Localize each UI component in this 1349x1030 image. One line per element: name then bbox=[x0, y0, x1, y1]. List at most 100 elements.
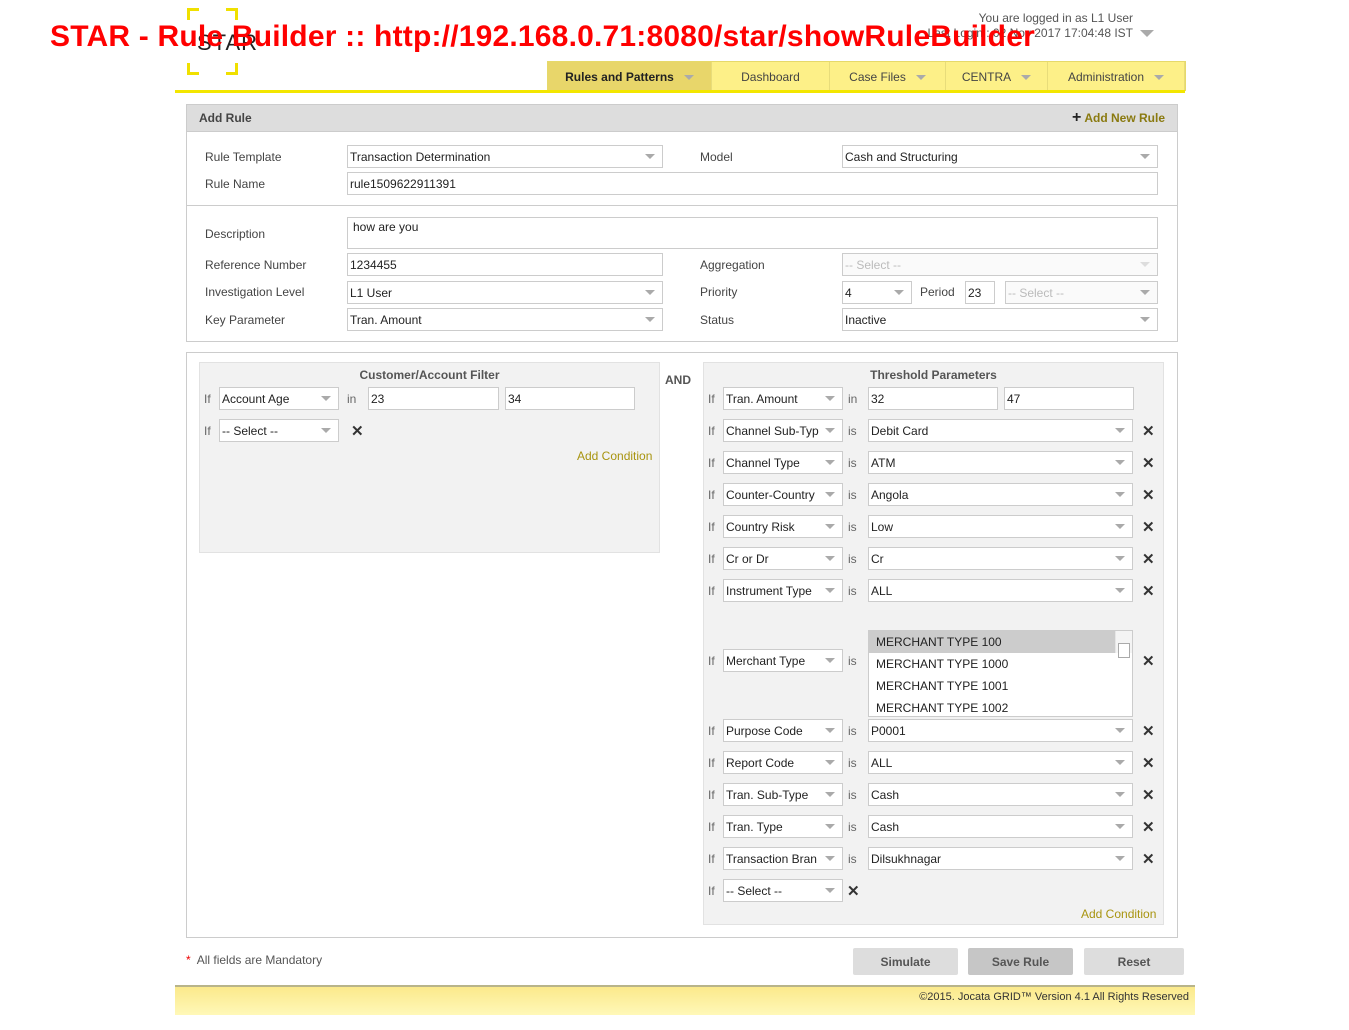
operator-label: is bbox=[848, 520, 857, 534]
remove-condition-icon[interactable]: ✕ bbox=[1142, 582, 1155, 600]
model-label: Model bbox=[700, 150, 733, 164]
chevron-down-icon bbox=[915, 74, 926, 80]
threshold-value-select[interactable]: ALL bbox=[868, 751, 1133, 774]
rule-name-input[interactable]: rule1509622911391 bbox=[347, 172, 1158, 195]
threshold-value-select[interactable]: Low bbox=[868, 515, 1133, 538]
if-label: If bbox=[204, 392, 211, 406]
aggregation-select[interactable]: -- Select -- bbox=[842, 253, 1158, 276]
remove-condition-icon[interactable]: ✕ bbox=[1142, 754, 1155, 772]
range-from-input[interactable]: 32 bbox=[868, 387, 998, 410]
threshold-field-select[interactable]: Counter-Country bbox=[723, 483, 843, 506]
remove-condition-icon[interactable]: ✕ bbox=[1142, 722, 1155, 740]
operator-label: is bbox=[848, 788, 857, 802]
threshold-field-select[interactable]: Channel Type bbox=[723, 451, 843, 474]
add-threshold-condition-link[interactable]: Add Condition bbox=[1081, 907, 1156, 921]
threshold-field-select[interactable]: Tran. Type bbox=[723, 815, 843, 838]
chevron-down-icon bbox=[1115, 824, 1125, 829]
threshold-value-select[interactable]: Debit Card bbox=[868, 419, 1133, 442]
chevron-down-icon bbox=[825, 658, 835, 663]
threshold-value-select[interactable]: ATM bbox=[868, 451, 1133, 474]
if-label: If bbox=[708, 456, 715, 470]
chevron-down-icon bbox=[825, 492, 835, 497]
chevron-down-icon bbox=[1115, 792, 1125, 797]
threshold-field-select[interactable]: Purpose Code bbox=[723, 719, 843, 742]
if-label: If bbox=[708, 724, 715, 738]
model-select[interactable]: Cash and Structuring bbox=[842, 145, 1158, 168]
threshold-value-select[interactable]: Cash bbox=[868, 815, 1133, 838]
reset-button[interactable]: Reset bbox=[1084, 948, 1184, 975]
period-input[interactable]: 23 bbox=[965, 281, 995, 304]
plus-icon: + bbox=[1071, 109, 1082, 126]
reference-number-label: Reference Number bbox=[205, 258, 307, 272]
scrollbar[interactable] bbox=[1115, 631, 1132, 658]
remove-condition-icon[interactable]: ✕ bbox=[1142, 486, 1155, 504]
customer-filter-field-select[interactable]: Account Age bbox=[219, 387, 339, 410]
if-label: If bbox=[708, 788, 715, 802]
key-parameter-select[interactable]: Tran. Amount bbox=[347, 308, 663, 331]
priority-select[interactable]: 4 bbox=[842, 281, 912, 304]
save-rule-button[interactable]: Save Rule bbox=[968, 948, 1073, 975]
description-textarea[interactable]: how are you bbox=[347, 217, 1158, 249]
user-menu-caret-icon[interactable] bbox=[1140, 30, 1154, 37]
remove-condition-icon[interactable]: ✕ bbox=[1142, 518, 1155, 536]
if-label: If bbox=[708, 520, 715, 534]
rule-template-label: Rule Template bbox=[205, 150, 282, 164]
status-select[interactable]: Inactive bbox=[842, 308, 1158, 331]
threshold-value-select[interactable]: Dilsukhnagar bbox=[868, 847, 1133, 870]
threshold-field-select[interactable]: Instrument Type bbox=[723, 579, 843, 602]
threshold-value-select[interactable]: Angola bbox=[868, 483, 1133, 506]
threshold-value-select[interactable]: ALL bbox=[868, 579, 1133, 602]
investigation-level-select[interactable]: L1 User bbox=[347, 281, 663, 304]
remove-condition-icon[interactable]: ✕ bbox=[351, 422, 364, 440]
chevron-down-icon bbox=[1115, 492, 1125, 497]
remove-condition-icon[interactable]: ✕ bbox=[847, 882, 860, 900]
operator-label: in bbox=[347, 392, 357, 406]
nav-tab-administration[interactable]: Administration bbox=[1048, 62, 1185, 92]
nav-tab-dashboard[interactable]: Dashboard bbox=[712, 62, 830, 92]
threshold-field-select[interactable]: -- Select -- bbox=[723, 879, 843, 902]
range-from-input[interactable]: 23 bbox=[368, 387, 499, 410]
threshold-field-select[interactable]: Tran. Amount bbox=[723, 387, 843, 410]
remove-condition-icon[interactable]: ✕ bbox=[1142, 550, 1155, 568]
threshold-field-select[interactable]: Transaction Bran bbox=[723, 847, 843, 870]
remove-condition-icon[interactable]: ✕ bbox=[1142, 786, 1155, 804]
threshold-value-select[interactable]: P0001 bbox=[868, 719, 1133, 742]
range-to-input[interactable]: 47 bbox=[1004, 387, 1134, 410]
list-option[interactable]: MERCHANT TYPE 1000 bbox=[869, 653, 1132, 675]
remove-condition-icon[interactable]: ✕ bbox=[1142, 850, 1155, 868]
threshold-field-select[interactable]: Country Risk bbox=[723, 515, 843, 538]
rule-template-select[interactable]: Transaction Determination bbox=[347, 145, 663, 168]
aggregation-label: Aggregation bbox=[700, 258, 765, 272]
merchant-type-listbox[interactable]: MERCHANT TYPE 100 MERCHANT TYPE 1000 MERCH… bbox=[868, 630, 1133, 717]
reference-number-input[interactable]: 1234455 bbox=[347, 253, 663, 276]
threshold-field-select[interactable]: Merchant Type bbox=[723, 649, 843, 672]
list-option[interactable]: MERCHANT TYPE 100 bbox=[869, 631, 1132, 653]
threshold-field-select[interactable]: Report Code bbox=[723, 751, 843, 774]
chevron-down-icon bbox=[1140, 317, 1150, 322]
remove-condition-icon[interactable]: ✕ bbox=[1142, 652, 1155, 670]
list-option[interactable]: MERCHANT TYPE 1002 bbox=[869, 697, 1132, 716]
chevron-down-icon bbox=[645, 154, 655, 159]
nav-tab-rules-and-patterns[interactable]: Rules and Patterns bbox=[548, 62, 712, 92]
remove-condition-icon[interactable]: ✕ bbox=[1142, 422, 1155, 440]
list-option[interactable]: MERCHANT TYPE 1001 bbox=[869, 675, 1132, 697]
threshold-field-select[interactable]: Cr or Dr bbox=[723, 547, 843, 570]
range-to-input[interactable]: 34 bbox=[505, 387, 635, 410]
remove-condition-icon[interactable]: ✕ bbox=[1142, 818, 1155, 836]
threshold-field-select[interactable]: Channel Sub-Typ bbox=[723, 419, 843, 442]
nav-tab-case-files[interactable]: Case Files bbox=[830, 62, 946, 92]
operator-label: is bbox=[848, 756, 857, 770]
nav-tab-centra[interactable]: CENTRA bbox=[946, 62, 1048, 92]
threshold-value-select[interactable]: Cr bbox=[868, 547, 1133, 570]
if-label: If bbox=[708, 756, 715, 770]
operator-label: is bbox=[848, 456, 857, 470]
simulate-button[interactable]: Simulate bbox=[853, 948, 958, 975]
customer-filter-field-select[interactable]: -- Select -- bbox=[219, 419, 339, 442]
threshold-value-select[interactable]: Cash bbox=[868, 783, 1133, 806]
add-new-rule-link[interactable]: + Add New Rule bbox=[1072, 109, 1165, 127]
add-customer-condition-link[interactable]: Add Condition bbox=[577, 449, 652, 463]
remove-condition-icon[interactable]: ✕ bbox=[1142, 454, 1155, 472]
threshold-field-select[interactable]: Tran. Sub-Type bbox=[723, 783, 843, 806]
operator-label: is bbox=[848, 424, 857, 438]
period-unit-select[interactable]: -- Select -- bbox=[1005, 281, 1158, 304]
